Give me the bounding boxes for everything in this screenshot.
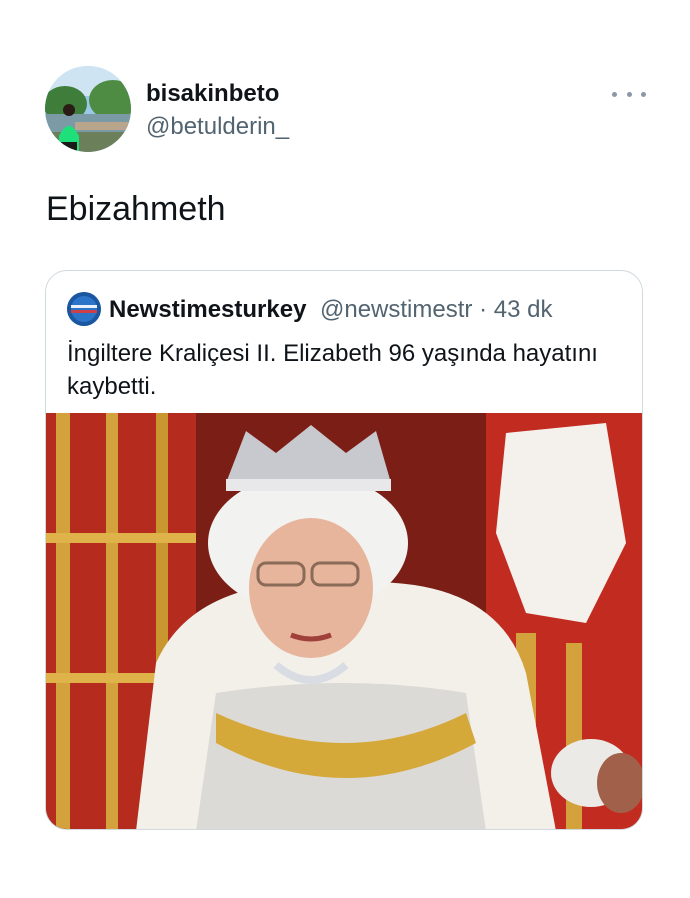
author-avatar[interactable]	[45, 66, 131, 152]
quoted-tweet-card[interactable]: Newstimesturkey @newstimestr · 43 dk İng…	[45, 270, 643, 830]
news-logo-icon	[67, 292, 101, 326]
meta-separator: ·	[479, 296, 488, 323]
more-options-icon[interactable]	[612, 84, 646, 104]
avatar-image	[45, 66, 131, 152]
photo-image	[46, 413, 642, 829]
author-handle[interactable]: @betulderin_	[146, 113, 289, 141]
quoted-tweet-text: İngiltere Kraliçesi II. Elizabeth 96 yaş…	[67, 340, 598, 400]
more-dot	[626, 91, 632, 97]
more-dot	[641, 91, 646, 97]
quoted-author-display-name[interactable]: Newstimesturkey	[109, 296, 306, 324]
more-dot	[612, 91, 617, 97]
quoted-tweet-photo[interactable]	[46, 413, 642, 829]
tweet-text: Ebizahmeth	[46, 190, 226, 228]
quoted-author-handle[interactable]: @newstimestr	[320, 296, 472, 323]
quoted-tweet-time[interactable]: 43 dk	[494, 296, 553, 323]
author-display-name[interactable]: bisakinbeto	[146, 80, 279, 108]
quoted-author-avatar[interactable]	[67, 292, 101, 326]
quoted-author-meta: @newstimestr · 43 dk	[320, 296, 552, 324]
